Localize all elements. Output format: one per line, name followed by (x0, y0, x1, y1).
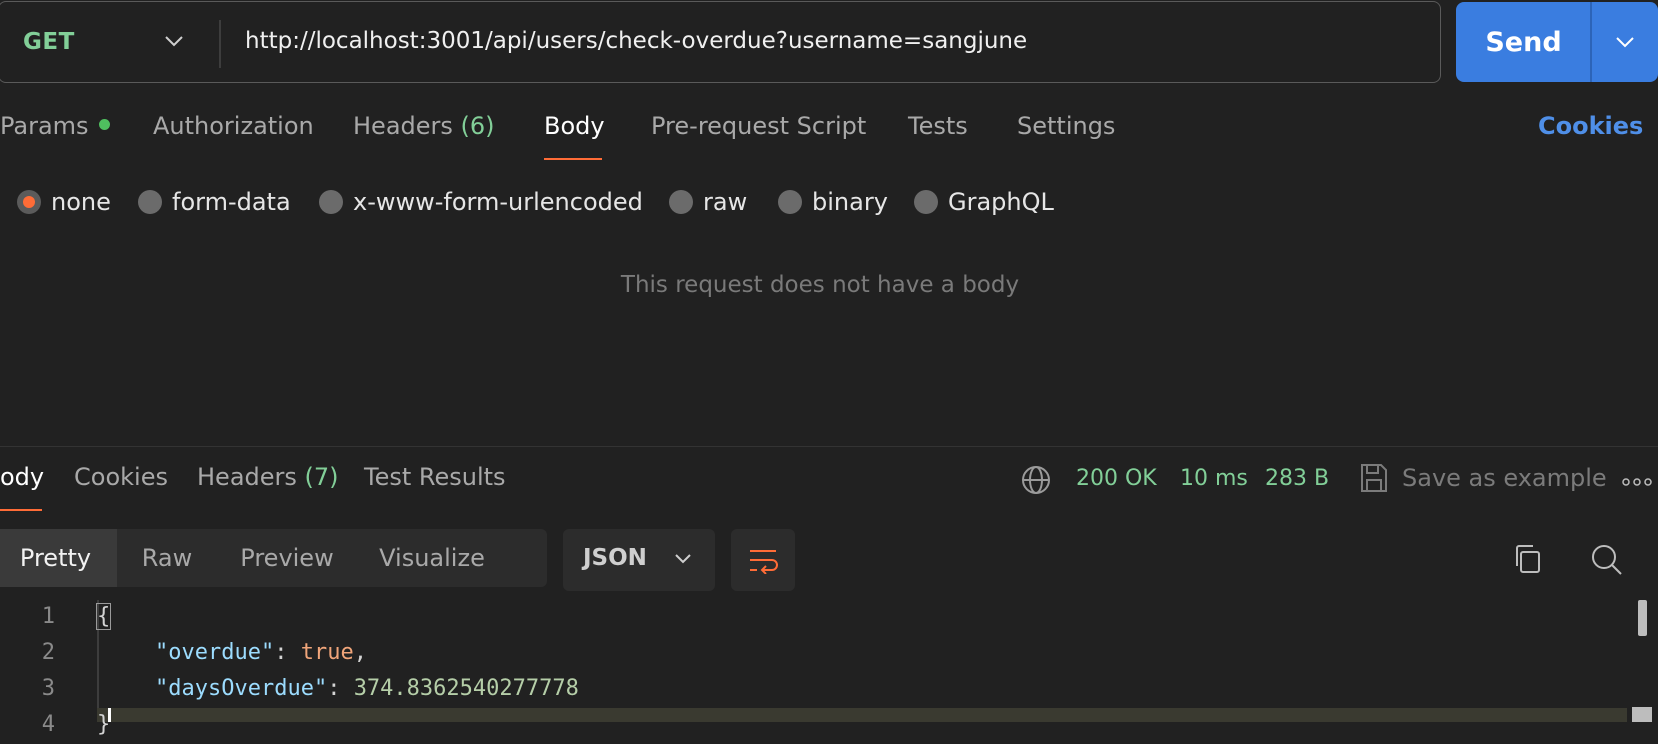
line-number: 3 (41, 676, 55, 701)
code-line: 1 { (0, 600, 1630, 636)
json-colon: : (327, 676, 354, 701)
json-key: "overdue" (155, 640, 275, 665)
radio-label: x-www-form-urlencoded (353, 188, 643, 216)
code-text: "overdue": true, (155, 640, 367, 665)
tab-params[interactable]: Params (0, 112, 110, 140)
url-bar: GET http://localhost:3001/api/users/chec… (0, 1, 1441, 83)
radio-label: form-data (172, 188, 291, 216)
view-mode-segmented: Pretty Raw Preview Visualize (0, 529, 547, 587)
tab-response-cookies[interactable]: Cookies (74, 463, 168, 491)
radio-checked-icon (17, 190, 41, 214)
view-raw[interactable]: Raw (117, 529, 217, 587)
radio-label: GraphQL (948, 188, 1054, 216)
scrollbar-end[interactable] (1632, 707, 1652, 722)
cookies-link[interactable]: Cookies (1538, 112, 1643, 140)
json-colon: : (274, 640, 301, 665)
tab-label: Params (0, 112, 89, 140)
json-key: "daysOverdue" (155, 676, 328, 701)
tab-settings[interactable]: Settings (1017, 112, 1115, 140)
globe-icon[interactable] (1020, 464, 1052, 496)
radio-label: none (51, 188, 111, 216)
line-number: 4 (41, 712, 55, 737)
radio-binary[interactable]: binary (778, 185, 888, 219)
search-icon[interactable] (1590, 543, 1624, 577)
status-code[interactable]: 200 OK (1076, 466, 1157, 491)
tab-label: Headers (353, 112, 453, 140)
chevron-down-icon (675, 554, 691, 564)
view-visualize[interactable]: Visualize (357, 529, 507, 587)
tab-response-body[interactable]: ody (0, 463, 44, 491)
chevron-down-icon (1616, 37, 1634, 48)
request-tabs: Params Authorization Headers (6) Body Pr… (0, 112, 1658, 162)
tab-count: (6) (460, 112, 495, 140)
tab-tests[interactable]: Tests (908, 112, 968, 140)
radio-x-www-form-urlencoded[interactable]: x-www-form-urlencoded (319, 185, 643, 219)
json-value: 374.8362540277778 (353, 676, 579, 701)
send-button[interactable]: Send (1456, 2, 1591, 82)
method-select[interactable]: GET (23, 29, 75, 55)
radio-none[interactable]: none (17, 185, 111, 219)
tab-test-results[interactable]: Test Results (364, 463, 506, 491)
json-comma: , (353, 640, 367, 665)
radio-icon (914, 190, 938, 214)
line-number: 1 (41, 604, 55, 629)
wrap-lines-button[interactable] (731, 529, 795, 591)
active-tab-underline (544, 158, 602, 160)
tab-authorization[interactable]: Authorization (153, 112, 314, 140)
text-cursor (108, 708, 111, 722)
params-indicator-dot (98, 119, 110, 130)
more-options-icon[interactable] (1622, 478, 1652, 486)
divider (0, 446, 1658, 447)
radio-icon (138, 190, 162, 214)
tab-label: Headers (197, 463, 297, 491)
radio-label: binary (812, 188, 888, 216)
send-button-group: Send (1456, 2, 1658, 82)
response-time[interactable]: 10 ms (1180, 466, 1248, 491)
format-select[interactable]: JSON (563, 529, 715, 591)
code-text: "daysOverdue": 374.8362540277778 (155, 676, 579, 701)
url-input[interactable]: http://localhost:3001/api/users/check-ov… (245, 28, 1395, 54)
send-options-button[interactable] (1592, 2, 1658, 82)
save-icon[interactable] (1359, 462, 1389, 494)
chevron-down-icon[interactable] (163, 34, 185, 48)
radio-icon (778, 190, 802, 214)
copy-icon[interactable] (1512, 543, 1542, 575)
code-text: { (95, 603, 112, 630)
wrap-lines-icon (750, 550, 778, 574)
radio-graphql[interactable]: GraphQL (914, 185, 1054, 219)
tab-count: (7) (304, 463, 339, 491)
radio-icon (319, 190, 343, 214)
response-size[interactable]: 283 B (1265, 466, 1329, 491)
view-pretty[interactable]: Pretty (0, 529, 117, 587)
code-line: 2 "overdue": true, (0, 636, 1630, 672)
radio-form-data[interactable]: form-data (138, 185, 291, 219)
format-label: JSON (583, 545, 647, 571)
code-line: 3 "daysOverdue": 374.8362540277778 (0, 672, 1630, 708)
tab-response-headers[interactable]: Headers (7) (197, 463, 339, 491)
scrollbar-thumb[interactable] (1638, 600, 1647, 636)
radio-label: raw (703, 188, 748, 216)
tab-headers[interactable]: Headers (6) (353, 112, 495, 140)
divider (219, 20, 221, 68)
no-body-message: This request does not have a body (620, 272, 1020, 298)
code-line: 4 } (0, 708, 1630, 744)
radio-raw[interactable]: raw (669, 185, 747, 219)
radio-icon (669, 190, 693, 214)
line-number: 2 (41, 640, 55, 665)
tab-body[interactable]: Body (544, 112, 605, 140)
save-as-example-button[interactable]: Save as example (1402, 464, 1607, 492)
tab-pre-request-script[interactable]: Pre-request Script (651, 112, 866, 140)
active-tab-underline (0, 509, 42, 511)
response-code-view[interactable]: 1 { 2 "overdue": true, 3 "daysOverdue": … (0, 600, 1658, 737)
body-type-radios: none form-data x-www-form-urlencoded raw… (0, 185, 1100, 225)
json-value: true (300, 640, 354, 665)
view-preview[interactable]: Preview (217, 529, 357, 587)
